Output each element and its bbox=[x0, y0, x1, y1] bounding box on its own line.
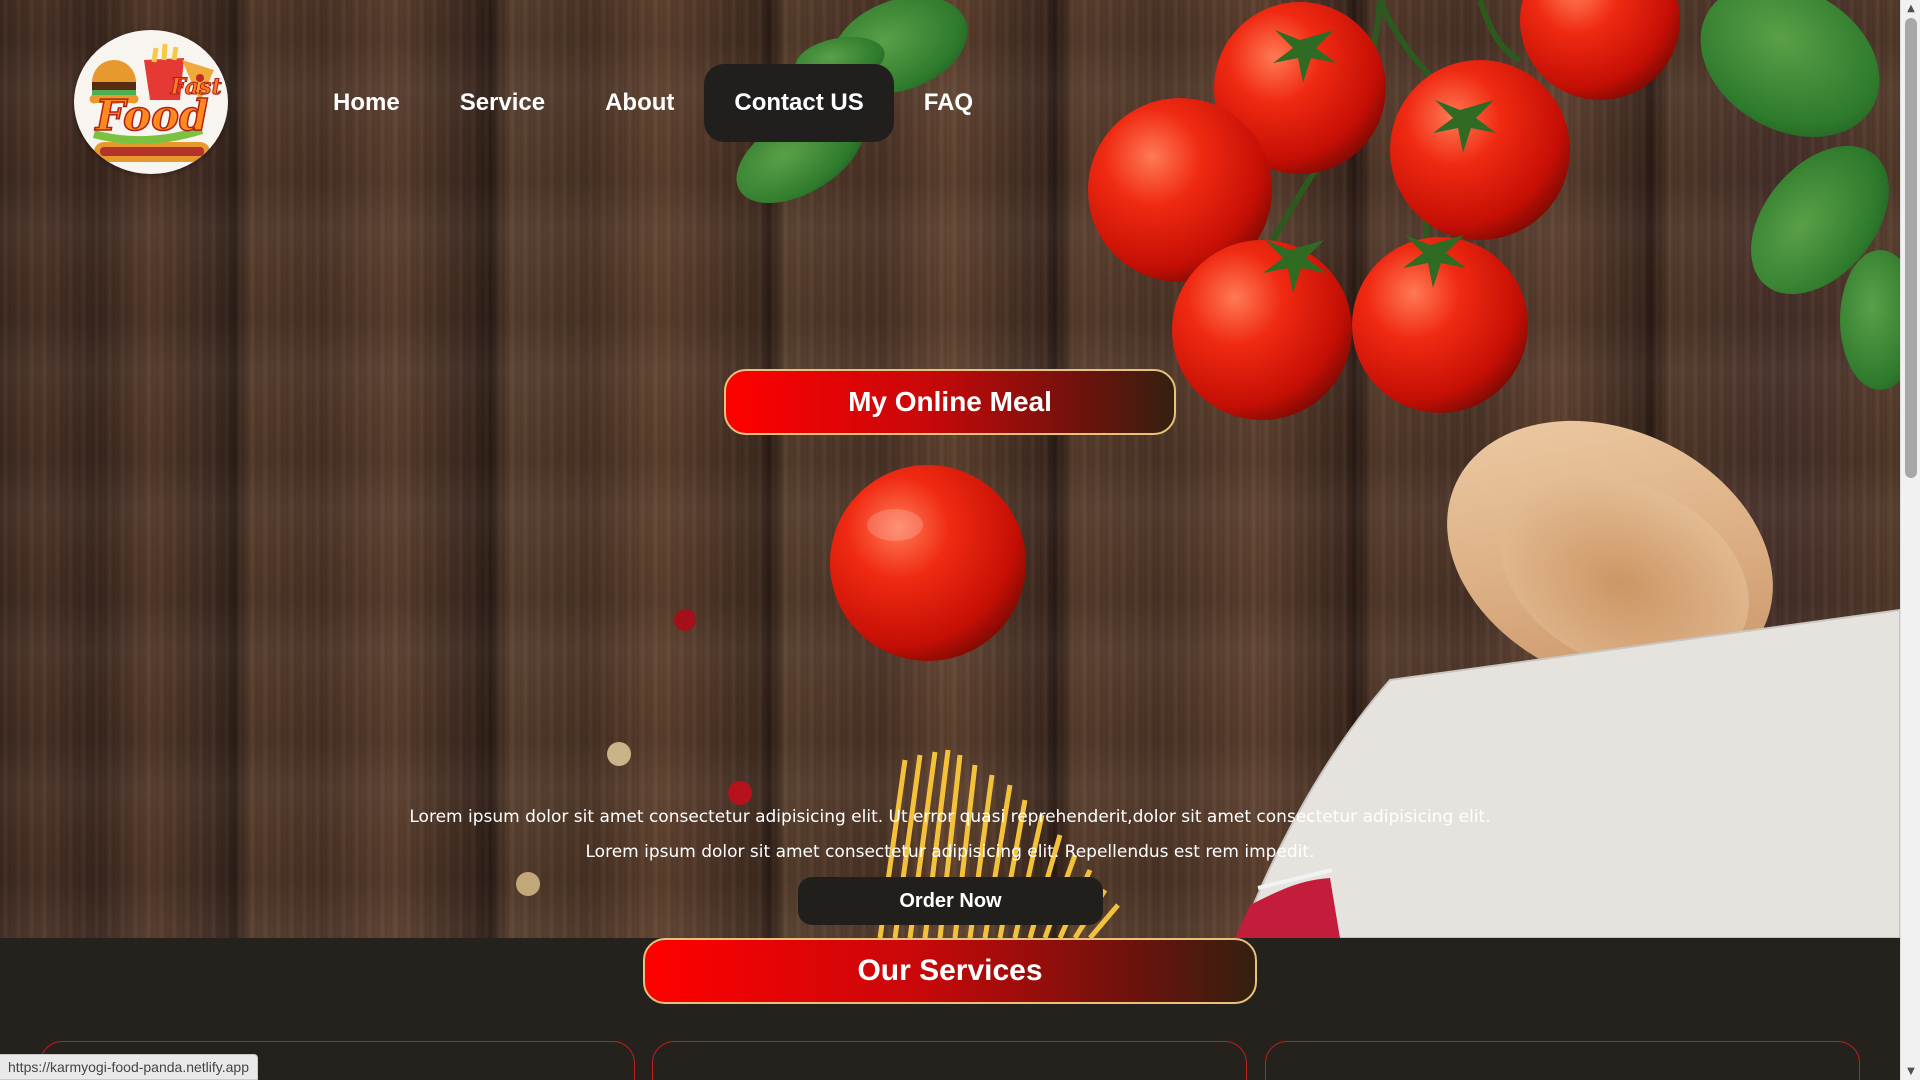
service-card[interactable] bbox=[1265, 1041, 1860, 1080]
scroll-down-arrow-icon[interactable]: ▼ bbox=[1901, 1063, 1920, 1080]
nav-home[interactable]: Home bbox=[305, 64, 430, 142]
nav-contact-us[interactable]: Contact US bbox=[704, 64, 894, 142]
nav-about[interactable]: About bbox=[575, 64, 704, 142]
logo-text-bottom: Food bbox=[95, 91, 209, 140]
burger-fries-hotdog-icon: Fast Food bbox=[89, 43, 222, 162]
nav-faq[interactable]: FAQ bbox=[894, 64, 1003, 142]
main-nav: Home Service About Contact US FAQ bbox=[305, 64, 1003, 142]
hero-description: Lorem ipsum dolor sit amet consectetur a… bbox=[300, 800, 1600, 870]
single-tomato bbox=[830, 465, 1026, 661]
kitchen-towel bbox=[1235, 608, 1900, 938]
hero-section: Fast Food Home Service About Contact US … bbox=[0, 0, 1900, 938]
vertical-scrollbar[interactable]: ▲ ▼ bbox=[1900, 0, 1920, 1080]
scrollbar-thumb[interactable] bbox=[1905, 18, 1917, 478]
page-viewport: Fast Food Home Service About Contact US … bbox=[0, 0, 1900, 1080]
cherry-tomatoes bbox=[1088, 0, 1680, 420]
order-now-button[interactable]: Order Now bbox=[798, 877, 1103, 925]
service-card[interactable] bbox=[652, 1041, 1247, 1080]
site-logo[interactable]: Fast Food bbox=[74, 30, 228, 174]
scroll-up-arrow-icon[interactable]: ▲ bbox=[1901, 0, 1920, 17]
nav-service[interactable]: Service bbox=[430, 64, 575, 142]
hero-description-line-2: Lorem ipsum dolor sit amet consectetur a… bbox=[585, 842, 1315, 862]
hero-title: My Online Meal bbox=[724, 369, 1176, 435]
hero-description-line-1: Lorem ipsum dolor sit amet consectetur a… bbox=[409, 807, 1491, 827]
link-preview-status: https://karmyogi-food-panda.netlify.app bbox=[0, 1054, 258, 1080]
services-title: Our Services bbox=[643, 938, 1257, 1004]
